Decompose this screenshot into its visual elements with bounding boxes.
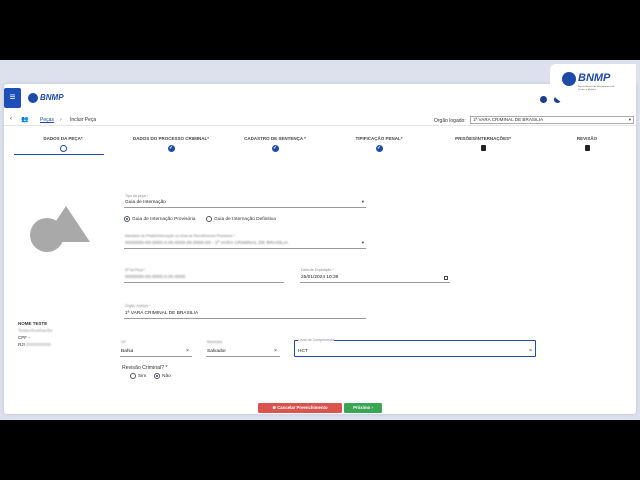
person-alias: TesteAlcunhaAbc: [18, 328, 53, 333]
breadcrumb-link-pecas[interactable]: Peças: [40, 117, 54, 123]
tipo-peca-value: Guia de Internação: [125, 200, 166, 205]
clear-icon[interactable]: ×: [186, 348, 189, 354]
next-button-label: Próximo: [353, 405, 371, 410]
org-select-value: 1ª VARA CRIMINAL DE BRASILIA: [473, 117, 544, 122]
check-icon: ✓: [375, 145, 383, 152]
step-tipificacao-penal[interactable]: TIPIFICAÇÃO PENAL* ✓: [334, 136, 424, 152]
next-button[interactable]: Próximo ›: [344, 403, 382, 413]
municipio-value: Salvador: [207, 349, 226, 354]
corner-logo: BNMP Banco Nacional de Monitoramento de …: [550, 64, 636, 104]
breadcrumb-current: Incluir Peça: [70, 117, 97, 123]
radio-sim-label: Sim: [138, 373, 147, 379]
calendar-icon[interactable]: [444, 276, 448, 280]
radio-unselected-icon: [206, 216, 212, 222]
radio-selected-icon: [154, 373, 160, 379]
radio-provisoria[interactable]: Guia de Internação Provisória: [124, 216, 195, 222]
org-select[interactable]: 1ª VARA CRIMINAL DE BRASILIA: [470, 116, 634, 124]
step-label: DADOS DO PROCESSO CRIMINAL*: [132, 136, 209, 141]
tipo-peca-select[interactable]: Tipo da peça * Guia de Internação ▾: [124, 194, 366, 208]
orgao-judicial-field[interactable]: Órgão Judicial * 1ª VARA CRIMINAL DE BRA…: [124, 304, 366, 319]
cancel-button[interactable]: ⊗ Cancelar Preenchimento: [258, 403, 342, 413]
menu-icon: ≡: [9, 92, 16, 103]
radio-unselected-icon: [130, 373, 136, 379]
step-label: REVISÃO: [576, 136, 598, 141]
orgao-judicial-label: Órgão Judicial *: [125, 304, 151, 308]
municipio-label: Município: [207, 340, 223, 344]
stepper: DADOS DA PEÇA* DADOS DO PROCESSO CRIMINA…: [4, 136, 636, 154]
radio-definitiva[interactable]: Guia de Internação Definitiva: [206, 216, 276, 222]
uf-select[interactable]: UF Bahia ×: [120, 340, 192, 357]
mandado-label: Mandado de Prisão/Internação ou Guia de …: [125, 234, 236, 238]
radio-nao-label: Não: [162, 373, 171, 379]
lock-icon: [480, 145, 486, 151]
local-cumprimento-select[interactable]: Local de Cumprimento HCT ×: [294, 338, 536, 357]
step-label: TIPIFICAÇÃO PENAL*: [355, 136, 403, 141]
app-frame: ≡ BNMP ‹ 👥 Peças › Incluir Peça Orgão lo…: [0, 60, 640, 420]
tipo-peca-label: Tipo da peça *: [125, 194, 149, 198]
revisao-criminal-label: Revisão Criminal? *: [122, 365, 168, 371]
step-cadastro-sentenca[interactable]: CADASTRO DE SENTENÇA * ✓: [230, 136, 320, 152]
data-expedicao-field[interactable]: Data de Expedição * 25/01/2024 10:39: [300, 268, 450, 283]
step-prisoes-internacoes[interactable]: PRISÕES/INTERNAÇÕES*: [438, 136, 528, 151]
municipio-select[interactable]: Município Salvador ×: [206, 340, 280, 357]
main-panel: ≡ BNMP ‹ 👥 Peças › Incluir Peça Orgão lo…: [4, 84, 636, 414]
mandado-value: 0000000-00.0000.0.00.0000.00.0000.00 - 1…: [125, 241, 289, 246]
corner-logo-subtitle: Banco Nacional de Monitoramento de Prisõ…: [578, 86, 615, 91]
step-dados-peca[interactable]: DADOS DA PEÇA*: [18, 136, 108, 152]
radio-definitiva-label: Guia de Internação Definitiva: [214, 216, 276, 222]
radio-revisao-nao[interactable]: Não: [154, 373, 171, 379]
person-rji: 0000000000: [26, 342, 52, 347]
person-rji-label: RJI: [18, 342, 25, 347]
check-icon: ✓: [167, 145, 175, 152]
clear-icon[interactable]: ×: [529, 348, 532, 354]
radio-revisao-sim[interactable]: Sim: [130, 373, 146, 379]
person-cpf: CPF -: [18, 335, 30, 340]
logo-mark-icon: [562, 72, 576, 86]
numero-peca-label: Nº da Peça *: [125, 268, 146, 272]
step-label: DADOS DA PEÇA*: [43, 136, 83, 141]
uf-value: Bahia: [121, 349, 134, 354]
uf-label: UF: [121, 340, 126, 344]
local-cumprimento-value: HCT: [298, 349, 308, 354]
logo-text: BNMP: [40, 93, 64, 102]
dropdown-arrow-icon: ▾: [361, 240, 364, 245]
breadcrumb-separator: ›: [60, 117, 62, 123]
radio-provisoria-label: Guia de Internação Provisória: [132, 216, 196, 222]
mandado-select[interactable]: Mandado de Prisão/Internação ou Guia de …: [124, 234, 366, 249]
data-expedicao-label: Data de Expedição *: [301, 268, 334, 272]
step-label: CADASTRO DE SENTENÇA *: [244, 136, 306, 141]
menu-button[interactable]: ≡: [4, 88, 21, 108]
active-step-underline: [14, 154, 104, 155]
step-processo-criminal[interactable]: DADOS DO PROCESSO CRIMINAL* ✓: [126, 136, 216, 152]
org-label: Orgão logado:: [434, 118, 466, 124]
person-name: NOME TESTE: [18, 321, 48, 326]
info-icon[interactable]: [540, 96, 547, 103]
clear-icon[interactable]: ×: [274, 348, 277, 354]
person-avatar: [30, 206, 92, 266]
person-info: NOME TESTE TesteAlcunhaAbc CPF - RJI 000…: [18, 320, 53, 348]
local-cumprimento-label: Local de Cumprimento: [298, 338, 335, 342]
logo-mark-icon: [28, 93, 38, 103]
dropdown-arrow-icon: ▾: [361, 199, 364, 204]
lock-icon: [584, 145, 590, 151]
step-label: PRISÕES/INTERNAÇÕES*: [455, 136, 511, 141]
data-expedicao-value: 25/01/2024 10:39: [301, 275, 339, 280]
numero-peca-value: 0000000-00.0000.0.00.0000: [125, 275, 186, 280]
numero-peca-field[interactable]: Nº da Peça * 0000000-00.0000.0.00.0000: [124, 268, 284, 283]
orgao-judicial-value: 1ª VARA CRIMINAL DE BRASILIA: [125, 311, 199, 316]
step-revisao[interactable]: REVISÃO: [542, 136, 632, 151]
check-icon: ✓: [271, 145, 279, 152]
breadcrumb: ‹ 👥 Peças › Incluir Peça Orgão logado: 1…: [4, 114, 636, 126]
cancel-button-label: Cancelar Preenchimento: [277, 405, 328, 410]
people-icon: 👥: [21, 117, 29, 123]
corner-logo-text: BNMP: [578, 72, 611, 84]
back-chevron-icon[interactable]: ‹: [10, 116, 12, 122]
step-current-icon: [59, 145, 67, 152]
radio-selected-icon: [124, 216, 130, 222]
app-logo[interactable]: BNMP: [28, 92, 76, 104]
chevron-right-icon: ›: [370, 405, 373, 410]
